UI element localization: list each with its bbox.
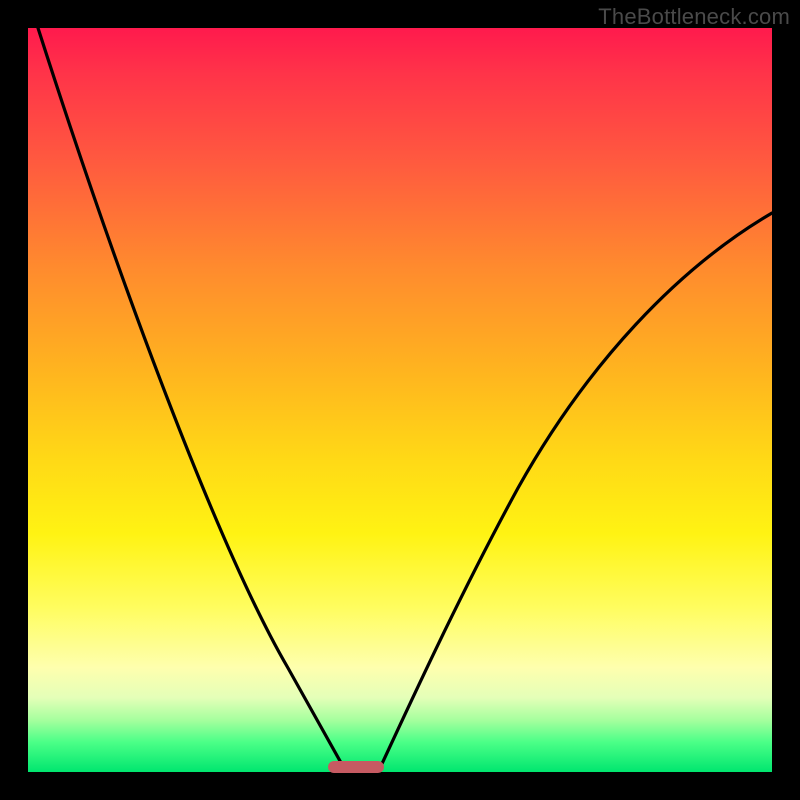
bottleneck-curve-left xyxy=(38,28,344,768)
bottleneck-curve-right xyxy=(380,213,772,768)
curve-layer xyxy=(28,28,772,772)
watermark-text: TheBottleneck.com xyxy=(598,4,790,30)
optimal-range-marker xyxy=(328,761,384,773)
plot-area xyxy=(28,28,772,772)
chart-frame: TheBottleneck.com xyxy=(0,0,800,800)
